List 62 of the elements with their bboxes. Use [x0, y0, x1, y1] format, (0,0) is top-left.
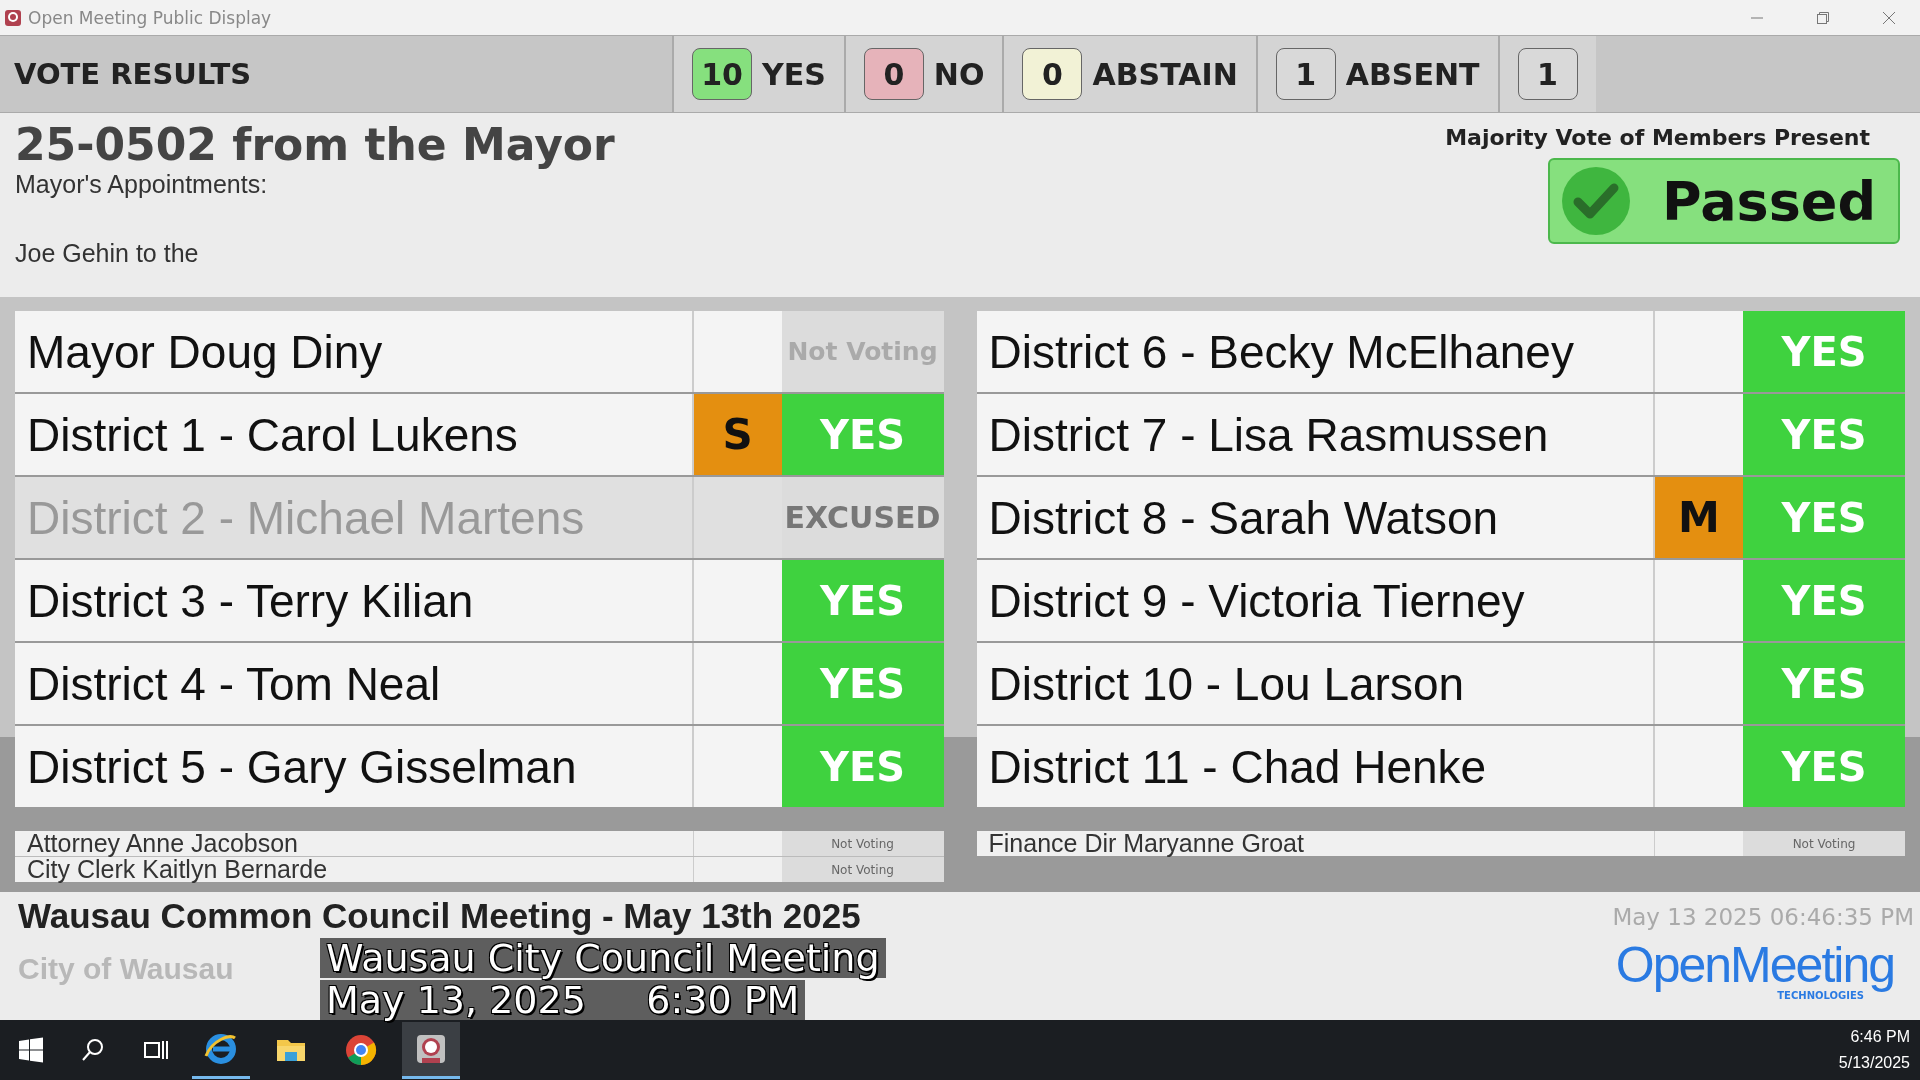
tally-count: 0	[863, 48, 924, 100]
role-cell: S	[691, 394, 782, 475]
vote-cell: Not Voting	[781, 857, 944, 882]
member-name: District 10 - Lou Larson	[987, 656, 1466, 712]
item-description: Mayor's Appointments:	[15, 170, 269, 199]
member-name: District 4 - Tom Neal	[26, 656, 442, 712]
tally-count: 0	[1022, 48, 1083, 100]
tally-label: NO	[933, 56, 985, 92]
member-name: District 1 - Carol Lukens	[26, 407, 519, 463]
vote-cell: YES	[781, 643, 944, 724]
vote-cell: YES	[781, 394, 944, 475]
member-name: District 9 - Victoria Tierney	[987, 573, 1526, 629]
tally-count: 1	[1517, 48, 1578, 100]
close-icon[interactable]	[1882, 10, 1896, 25]
item-description: Joe Gehin to the	[15, 239, 200, 268]
check-icon	[1560, 165, 1632, 237]
vote-cell: Not Voting	[781, 831, 944, 856]
member-name: District 6 - Becky McElhaney	[987, 324, 1575, 380]
staff-name: City Clerk Kaitlyn Bernarde	[26, 857, 329, 882]
search-icon[interactable]	[80, 1037, 106, 1063]
vote-cell: YES	[781, 560, 944, 641]
caption-text: Wausau City Council Meeting	[320, 938, 886, 978]
app-icon[interactable]	[402, 1021, 460, 1079]
vote-cell: YES	[1743, 726, 1905, 807]
timestamp: May 13 2025 06:46:35 PM	[1612, 904, 1914, 930]
role-cell: M	[1653, 477, 1743, 558]
meeting-title: Wausau Common Council Meeting - May 13th 2025	[18, 896, 861, 936]
member-name: District 3 - Terry Kilian	[26, 573, 475, 629]
clock-time: 6:46 PM	[1849, 1027, 1910, 1047]
tally-count: 10	[692, 48, 752, 100]
member-name: District 5 - Gary Gisselman	[26, 739, 578, 795]
start-icon[interactable]	[18, 1037, 44, 1063]
vote-cell: YES	[1743, 560, 1905, 641]
result-badge: Passed	[1548, 158, 1900, 244]
chrome-icon[interactable]	[344, 1033, 378, 1067]
vote-cell: Not Voting	[1743, 831, 1905, 856]
vote-cell: EXCUSED	[781, 477, 944, 558]
tally-label: ABSTAIN	[1092, 56, 1238, 92]
vote-rule: Majority Vote of Members Present	[1445, 125, 1870, 150]
vote-cell: YES	[1743, 394, 1905, 475]
window-title: Open Meeting Public Display	[28, 7, 272, 28]
member-name: District 11 - Chad Henke	[987, 739, 1488, 795]
member-name: District 8 - Sarah Watson	[987, 490, 1500, 546]
brand-logo: OpenMeeting TECHNOLOGIES	[1615, 940, 1894, 1001]
caption-text: May 13, 2025 6:30 PM	[320, 980, 806, 1020]
staff-name: Finance Dir Maryanne Groat	[987, 831, 1305, 856]
tally-count: 1	[1275, 48, 1336, 100]
vote-cell: YES	[1743, 311, 1905, 392]
restore-icon[interactable]	[1816, 10, 1830, 25]
member-name: District 7 - Lisa Rasmussen	[987, 407, 1550, 463]
vote-cell: YES	[1743, 477, 1905, 558]
app-icon	[4, 8, 22, 27]
tally-label: YES	[762, 56, 826, 92]
vote-cell: YES	[781, 726, 944, 807]
vote-results-title: VOTE RESULTS	[13, 57, 253, 91]
member-name: Mayor Doug Diny	[26, 324, 384, 380]
item-title: 25-0502 from the Mayor	[15, 119, 615, 170]
member-name: District 2 - Michael Martens	[15, 477, 692, 558]
staff-name: Attorney Anne Jacobson	[26, 831, 300, 856]
clock-date: 5/13/2025	[1838, 1053, 1910, 1073]
vote-cell: YES	[1743, 643, 1905, 724]
tally-label: ABSENT	[1345, 56, 1480, 92]
